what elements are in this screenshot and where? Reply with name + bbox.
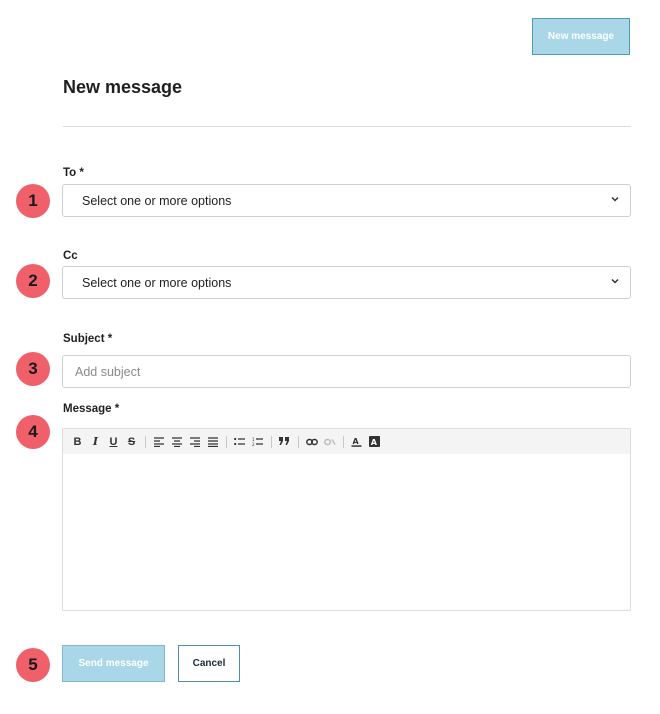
bulleted-list-icon[interactable]: [231, 433, 248, 450]
to-select[interactable]: Select one or more options: [62, 184, 631, 217]
step-badge-5: 5: [16, 648, 50, 682]
unlink-icon[interactable]: [321, 433, 338, 450]
align-left-icon[interactable]: [150, 433, 167, 450]
toolbar-separator: [226, 435, 227, 448]
toolbar-separator: [298, 435, 299, 448]
step-badge-1: 1: [16, 184, 50, 218]
numbered-list-icon[interactable]: 12: [249, 433, 266, 450]
italic-icon[interactable]: I: [87, 433, 104, 450]
to-select-value: Select one or more options: [82, 193, 232, 208]
text-color-icon[interactable]: A: [348, 433, 365, 450]
chevron-down-icon: [611, 196, 619, 202]
cancel-button[interactable]: Cancel: [178, 645, 240, 682]
align-center-icon[interactable]: [168, 433, 185, 450]
page-title: New message: [63, 77, 183, 97]
toolbar-separator: [343, 435, 344, 448]
bold-icon[interactable]: B: [69, 433, 86, 450]
cc-select-value: Select one or more options: [82, 275, 232, 290]
step-badge-4: 4: [16, 415, 50, 449]
svg-text:2: 2: [252, 442, 255, 447]
divider: [63, 126, 631, 127]
message-body-input[interactable]: [63, 454, 630, 610]
underline-icon[interactable]: U: [105, 433, 122, 450]
to-label: To *: [63, 167, 84, 179]
new-message-button[interactable]: New message: [532, 18, 630, 55]
step-badge-3: 3: [16, 352, 50, 386]
align-right-icon[interactable]: [186, 433, 203, 450]
cc-select[interactable]: Select one or more options: [62, 266, 631, 299]
cc-label: Cc: [63, 250, 78, 262]
svg-text:A: A: [353, 437, 360, 446]
chevron-down-icon: [611, 278, 619, 284]
background-color-icon[interactable]: A: [366, 433, 383, 450]
strikethrough-icon[interactable]: S: [123, 433, 140, 450]
svg-text:A: A: [371, 438, 378, 447]
send-message-button[interactable]: Send message: [62, 645, 165, 682]
editor-toolbar: B I U S 12 A A: [63, 429, 630, 454]
toolbar-separator: [145, 435, 146, 448]
blockquote-icon[interactable]: [276, 433, 293, 450]
message-label: Message *: [63, 403, 120, 415]
link-icon[interactable]: [303, 433, 320, 450]
align-justify-icon[interactable]: [204, 433, 221, 450]
step-badge-2: 2: [16, 264, 50, 298]
subject-input[interactable]: [62, 355, 631, 388]
message-editor: B I U S 12 A A: [62, 428, 631, 611]
subject-label: Subject *: [63, 333, 113, 345]
toolbar-separator: [271, 435, 272, 448]
